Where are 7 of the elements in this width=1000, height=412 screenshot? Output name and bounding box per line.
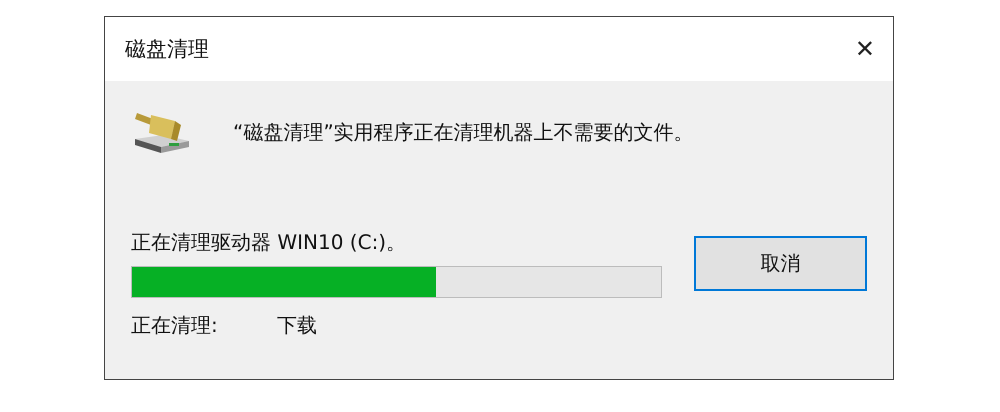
current-value: 下载 [277, 312, 317, 339]
current-label: 正在清理: [131, 312, 219, 339]
window-title: 磁盘清理 [125, 36, 209, 63]
cancel-button[interactable]: 取消 [694, 236, 867, 291]
close-button[interactable]: ✕ [854, 35, 875, 63]
status-text: 正在清理驱动器 WIN10 (C:)。 [131, 229, 408, 256]
description-text: “磁盘清理”实用程序正在清理机器上不需要的文件。 [233, 119, 694, 146]
